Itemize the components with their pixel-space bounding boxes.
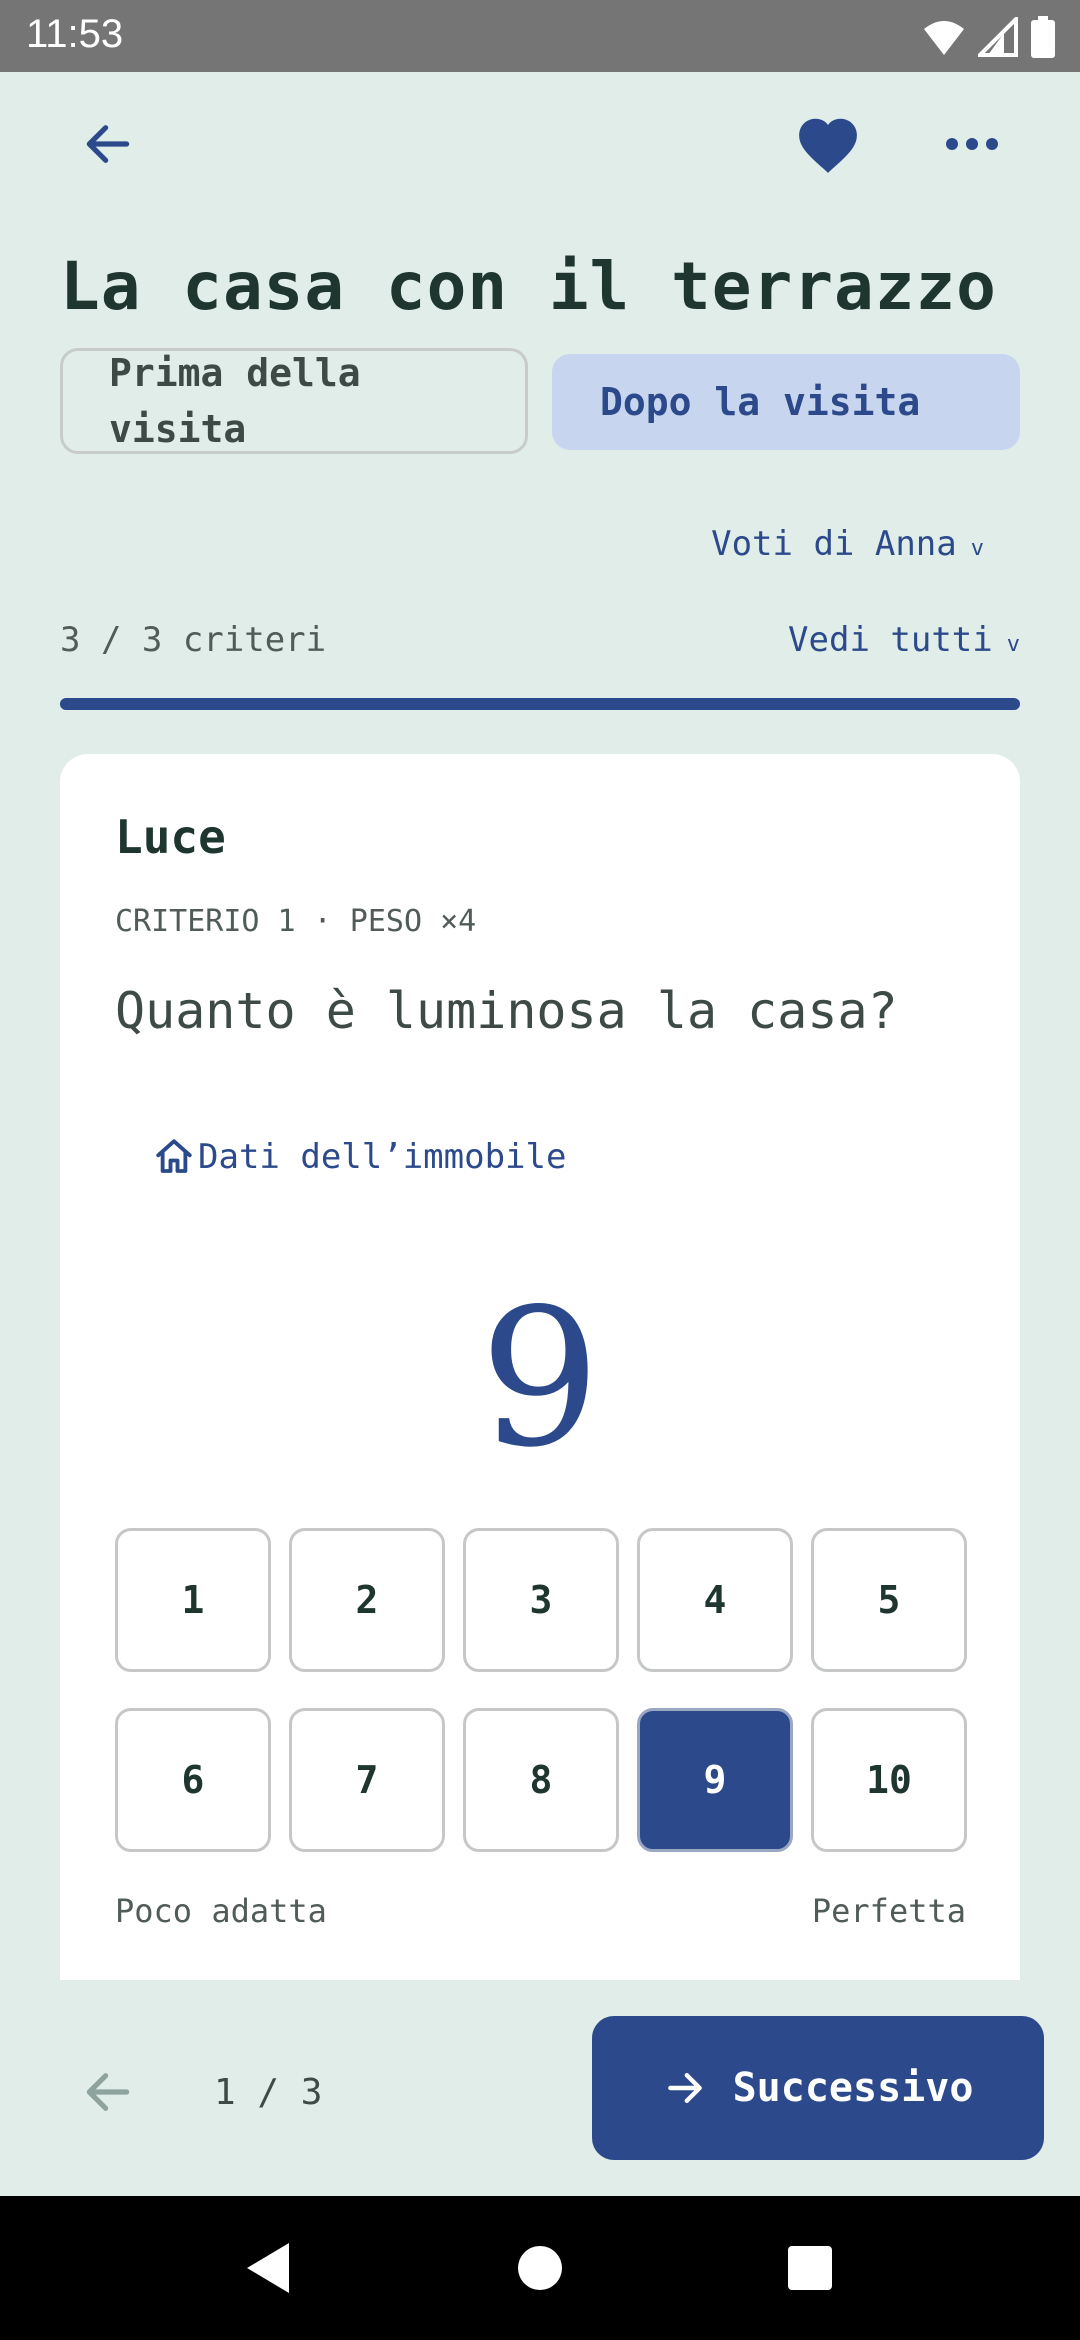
- tab-after-visit[interactable]: Dopo la visita: [552, 354, 1020, 450]
- next-button-label: Successivo: [732, 2065, 974, 2111]
- page-title: La casa con il terrazzo: [60, 248, 997, 325]
- score-option[interactable]: 7: [289, 1708, 445, 1852]
- arrow-right-icon: [667, 2072, 702, 2104]
- criterion-name: Luce: [115, 810, 226, 864]
- battery-icon: [1031, 16, 1055, 58]
- tab-before-visit-label: Prima della visita: [109, 351, 361, 451]
- arrow-left-icon: [86, 125, 130, 163]
- selected-score-display: 9: [479, 1268, 601, 1489]
- previous-button[interactable]: [60, 2044, 156, 2140]
- nav-back-button[interactable]: [232, 2232, 304, 2304]
- tab-before-visit[interactable]: Prima della visita: [60, 348, 528, 454]
- triangle-back-icon: [247, 2243, 289, 2293]
- nav-recents-button[interactable]: [774, 2232, 846, 2304]
- criteria-count: 3 / 3 criteri: [60, 620, 327, 660]
- page-indicator: 1 / 3: [214, 2072, 323, 2113]
- favorite-button[interactable]: [780, 96, 876, 192]
- scale-high-label: Perfetta: [811, 1892, 966, 1930]
- square-recents-icon: [788, 2246, 832, 2290]
- score-option[interactable]: 10: [811, 1708, 967, 1852]
- criteria-progress-bar: [60, 698, 1020, 710]
- score-option[interactable]: 9: [637, 1708, 793, 1852]
- see-all-criteria-button[interactable]: Vedi tutti v: [788, 620, 1020, 660]
- score-option[interactable]: 2: [289, 1528, 445, 1672]
- circle-home-icon: [518, 2246, 562, 2290]
- system-nav-bar: [0, 2196, 1080, 2340]
- more-options-button[interactable]: [924, 96, 1020, 192]
- score-option[interactable]: 3: [463, 1528, 619, 1672]
- score-option[interactable]: 5: [811, 1528, 967, 1672]
- score-option[interactable]: 4: [637, 1528, 793, 1672]
- score-options: 1 2 3 4 5 6 7 8 9 10: [115, 1528, 967, 1852]
- nav-home-button[interactable]: [504, 2232, 576, 2304]
- ratings-owner-label: Voti di Anna: [711, 524, 957, 564]
- top-app-bar: [0, 72, 1080, 216]
- criterion-meta: CRITERIO 1 · PESO ×4: [115, 904, 477, 939]
- heart-icon: [799, 118, 857, 173]
- signal-icon: [978, 17, 1018, 57]
- chevron-down-icon: v: [970, 536, 984, 561]
- back-button[interactable]: [60, 96, 156, 192]
- next-button[interactable]: Successivo: [592, 2016, 1044, 2160]
- home-icon: [156, 1139, 192, 1173]
- wifi-icon: [924, 21, 964, 55]
- arrow-left-icon: [86, 2073, 130, 2111]
- score-option[interactable]: 8: [463, 1708, 619, 1852]
- score-option[interactable]: 6: [115, 1708, 271, 1852]
- ratings-owner-dropdown[interactable]: Voti di Anna v: [711, 524, 984, 564]
- status-bar: 11:53: [0, 0, 1080, 72]
- chevron-down-icon: v: [1006, 632, 1020, 657]
- more-horizontal-icon: [946, 138, 998, 150]
- tab-after-visit-label: Dopo la visita: [600, 380, 921, 424]
- criterion-card: Luce CRITERIO 1 · PESO ×4 Quanto è lumin…: [60, 754, 1020, 1980]
- property-details-link[interactable]: Dati dell’immobile: [152, 1136, 566, 1178]
- see-all-label: Vedi tutti: [788, 620, 993, 660]
- criteria-progress-fill: [60, 698, 1020, 710]
- property-details-label: Dati dell’immobile: [198, 1137, 567, 1177]
- scale-low-label: Poco adatta: [115, 1892, 327, 1930]
- status-time: 11:53: [26, 12, 124, 56]
- bottom-bar: 1 / 3 Successivo: [0, 1980, 1080, 2196]
- score-option[interactable]: 1: [115, 1528, 271, 1672]
- criterion-question: Quanto è luminosa la casa?: [115, 982, 898, 1040]
